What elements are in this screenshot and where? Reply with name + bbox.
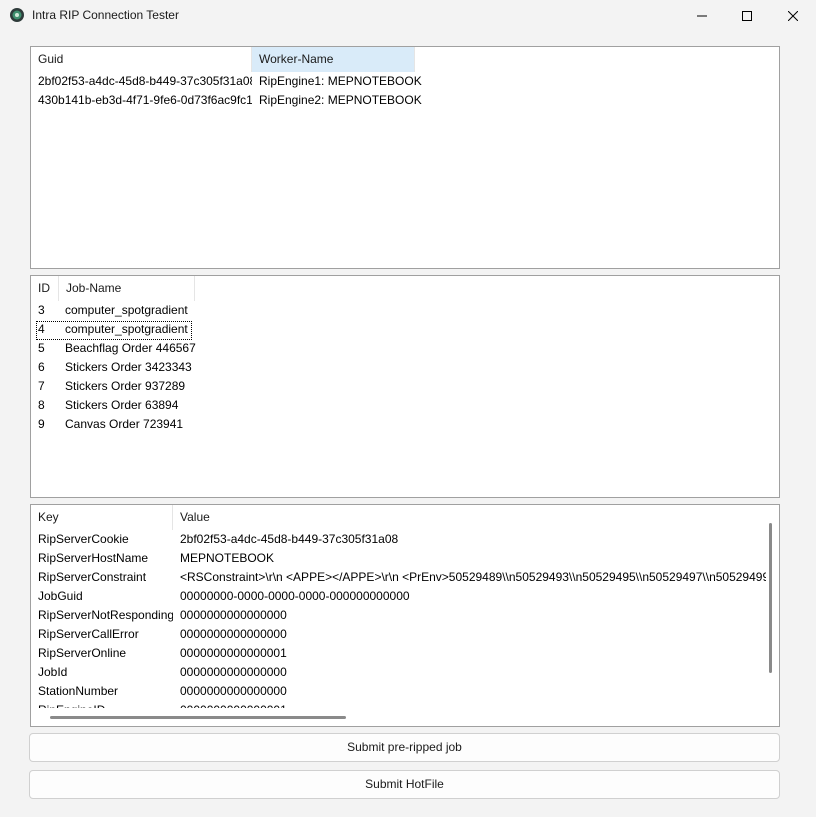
property-value[interactable]: 0000000000000000 [173, 682, 766, 701]
job-row-id[interactable]: 6 [31, 358, 59, 377]
column-header-key[interactable]: Key [31, 505, 173, 530]
horizontal-scrollbar-thumb[interactable] [50, 716, 346, 719]
property-value[interactable]: MEPNOTEBOOK [173, 549, 766, 568]
job-row-id[interactable]: 7 [31, 377, 59, 396]
job-row-name[interactable]: Beachflag Order 446567 [58, 339, 258, 358]
title-bar[interactable]: Intra RIP Connection Tester [0, 0, 816, 31]
job-row-id[interactable]: 3 [31, 301, 59, 320]
worker-row-name[interactable]: RipEngine1: MEPNOTEBOOK [252, 72, 452, 91]
job-row-name[interactable]: Stickers Order 63894 [58, 396, 258, 415]
workers-list[interactable]: Guid Worker-Name 2bf02f53-a4dc-45d8-b449… [30, 46, 780, 269]
minimize-button[interactable] [679, 0, 725, 31]
job-row-id[interactable]: 8 [31, 396, 59, 415]
job-row-name[interactable]: Stickers Order 3423343 [58, 358, 258, 377]
property-key[interactable]: RipServerOnline [31, 644, 173, 663]
property-key[interactable]: StationNumber [31, 682, 173, 701]
properties-list[interactable]: Key Value RipServerCookie 2bf02f53-a4dc-… [30, 504, 780, 727]
job-row-name[interactable]: computer_spotgradient [58, 320, 258, 339]
jobs-list[interactable]: ID Job-Name 3 computer_spotgradient 4 co… [30, 275, 780, 498]
property-value[interactable]: 2bf02f53-a4dc-45d8-b449-37c305f31a08 [173, 530, 766, 549]
property-value[interactable]: 0000000000000000 [173, 663, 766, 682]
property-key[interactable]: JobGuid [31, 587, 173, 606]
worker-row-guid[interactable]: 2bf02f53-a4dc-45d8-b449-37c305f31a08 [31, 72, 252, 91]
job-row-name[interactable]: Stickers Order 937289 [58, 377, 258, 396]
column-header-worker-name[interactable]: Worker-Name [252, 47, 415, 72]
property-key[interactable]: RipServerNotResponding [31, 606, 173, 625]
close-button[interactable] [770, 0, 816, 31]
column-header-value[interactable]: Value [173, 505, 773, 530]
column-header-guid[interactable]: Guid [31, 47, 252, 72]
job-row-name[interactable]: Canvas Order 723941 [58, 415, 258, 434]
property-value[interactable]: 00000000-0000-0000-0000-000000000000 [173, 587, 766, 606]
submit-hotfile-button[interactable]: Submit HotFile [29, 770, 780, 799]
worker-row-name[interactable]: RipEngine2: MEPNOTEBOOK [252, 91, 452, 110]
column-header-job-name[interactable]: Job-Name [59, 276, 195, 301]
window-title: Intra RIP Connection Tester [32, 8, 179, 22]
submit-preripped-job-button[interactable]: Submit pre-ripped job [29, 733, 780, 762]
property-value[interactable]: 0000000000000000 [173, 606, 766, 625]
vertical-scrollbar-thumb[interactable] [769, 523, 772, 673]
property-key[interactable]: RipServerConstraint [31, 568, 173, 587]
job-row-id[interactable]: 5 [31, 339, 59, 358]
app-icon [10, 8, 24, 22]
maximize-button[interactable] [724, 0, 770, 31]
close-icon [788, 10, 798, 21]
property-key[interactable]: RipServerCookie [31, 530, 173, 549]
property-key[interactable]: RipServerHostName [31, 549, 173, 568]
job-row-id[interactable]: 4 [31, 320, 59, 339]
worker-row-guid[interactable]: 430b141b-eb3d-4f71-9fe6-0d73f6ac9fc1 [31, 91, 252, 110]
minimize-icon [697, 15, 707, 16]
property-key[interactable]: JobId [31, 663, 173, 682]
property-value[interactable]: 0000000000000000 [173, 625, 766, 644]
job-row-id[interactable]: 9 [31, 415, 59, 434]
property-key[interactable]: RipServerCallError [31, 625, 173, 644]
maximize-icon [742, 10, 752, 21]
job-row-name[interactable]: computer_spotgradient [58, 301, 258, 320]
property-value[interactable]: 0000000000000001 [173, 644, 766, 663]
property-value[interactable]: <RSConstraint>\r\n <APPE></APPE>\r\n <Pr… [173, 568, 766, 587]
column-header-id[interactable]: ID [31, 276, 59, 301]
